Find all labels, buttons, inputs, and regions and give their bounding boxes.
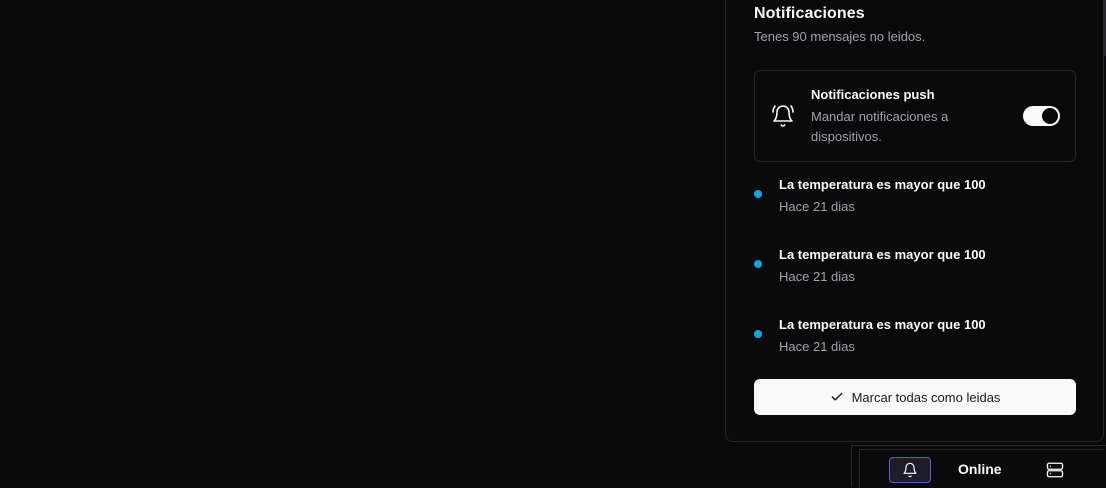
bell-icon: [903, 462, 917, 478]
server-icon: [1046, 462, 1064, 478]
notifications-title: Notificaciones: [754, 5, 865, 22]
notification-title: La temperatura es mayor que 100: [779, 247, 986, 262]
unread-dot: [754, 330, 762, 338]
notification-time: Hace 21 dias: [779, 339, 855, 354]
server-button[interactable]: [1043, 458, 1067, 482]
toggle-knob: [1042, 108, 1058, 124]
unread-count-text: Tenes 90 mensajes no leidos.: [754, 29, 926, 44]
push-notifications-card: Notificaciones push Mandar notificacione…: [754, 70, 1076, 162]
bell-ring-icon: [772, 105, 794, 127]
notifications-panel: Notificaciones Tenes 90 mensajes no leid…: [725, 0, 1104, 442]
status-bar-inner: Online: [859, 449, 1104, 488]
check-icon: [831, 392, 842, 401]
notification-title: La temperatura es mayor que 100: [779, 317, 986, 332]
notification-item[interactable]: La temperatura es mayor que 100 Hace 21 …: [754, 177, 1084, 227]
unread-dot: [754, 260, 762, 268]
mark-all-read-label: Marcar todas como leidas: [851, 389, 1001, 405]
notifications-bell-button[interactable]: [889, 457, 931, 483]
mark-all-read-button[interactable]: Marcar todas como leidas: [754, 379, 1076, 415]
push-toggle[interactable]: [1023, 106, 1060, 126]
status-bar: Online: [851, 445, 1106, 488]
notification-title: La temperatura es mayor que 100: [779, 177, 986, 192]
notification-item[interactable]: La temperatura es mayor que 100 Hace 21 …: [754, 317, 1084, 367]
unread-dot: [754, 190, 762, 198]
notification-time: Hace 21 dias: [779, 269, 855, 284]
push-title: Notificaciones push: [811, 87, 935, 102]
connection-status-label: Online: [958, 461, 1002, 477]
notification-time: Hace 21 dias: [779, 199, 855, 214]
push-description: Mandar notificaciones a dispositivos.: [811, 109, 949, 144]
notification-item[interactable]: La temperatura es mayor que 100 Hace 21 …: [754, 247, 1084, 297]
